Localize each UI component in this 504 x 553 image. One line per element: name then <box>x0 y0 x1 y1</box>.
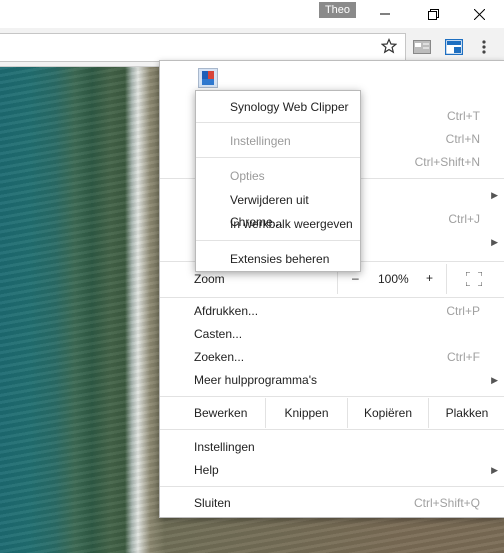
menu-item-help[interactable]: Help ▶ <box>160 459 504 482</box>
popup-item-show-in-toolbar[interactable]: In werkbalk weergeven <box>196 213 360 235</box>
zoom-out-button[interactable]: – <box>352 271 359 285</box>
menu-item-more-tools[interactable]: Meer hulpprogramma's ▶ <box>160 369 504 392</box>
close-icon <box>473 8 485 20</box>
copy-button[interactable]: Kopiëren <box>347 398 428 428</box>
chrome-menu-icon[interactable] <box>474 37 494 57</box>
submenu-arrow-icon: ▶ <box>491 237 498 247</box>
minimize-icon <box>380 13 390 15</box>
extension-card-icon[interactable] <box>412 37 432 57</box>
popup-item-manage-extensions[interactable]: Extensies beheren <box>196 248 360 270</box>
submenu-arrow-icon: ▶ <box>491 465 498 475</box>
menu-item-print[interactable]: Afdrukken... Ctrl+P <box>160 300 504 323</box>
synology-clipper-icon[interactable] <box>444 37 464 57</box>
cut-button[interactable]: Knippen <box>265 398 347 428</box>
zoom-label: Zoom <box>194 272 225 286</box>
popup-item-extension-name[interactable]: Synology Web Clipper <box>196 96 360 118</box>
zoom-value: 100% <box>378 272 409 286</box>
restore-icon <box>427 8 439 20</box>
menu-item-find[interactable]: Zoeken... Ctrl+F <box>160 346 504 369</box>
popup-item-settings: Instellingen <box>230 134 291 148</box>
paste-button[interactable]: Plakken <box>428 398 504 428</box>
popup-item-options: Opties <box>230 169 265 183</box>
popup-item-remove[interactable]: Verwijderen uit Chrome... <box>196 189 360 229</box>
bookmark-star-icon[interactable] <box>380 38 398 57</box>
extension-context-menu: Synology Web Clipper Instellingen Opties… <box>195 90 361 272</box>
fullscreen-icon[interactable] <box>465 271 483 289</box>
zoom-in-button[interactable]: + <box>426 271 433 285</box>
edit-label: Bewerken <box>194 406 248 420</box>
synology-extension-icon[interactable] <box>198 68 218 88</box>
address-bar[interactable] <box>0 33 406 62</box>
menu-item-exit[interactable]: Sluiten Ctrl+Shift+Q <box>160 492 504 515</box>
menu-extension-row <box>160 61 504 93</box>
menu-item-settings[interactable]: Instellingen <box>160 436 504 459</box>
profile-button[interactable]: Theo <box>319 2 356 18</box>
submenu-arrow-icon: ▶ <box>491 190 498 200</box>
close-button[interactable] <box>456 0 502 28</box>
menu-item-cast[interactable]: Casten... <box>160 323 504 346</box>
edit-row: Bewerken Knippen Kopiëren Plakken <box>160 398 504 428</box>
minimize-button[interactable] <box>362 0 408 28</box>
restore-button[interactable] <box>410 0 456 28</box>
submenu-arrow-icon: ▶ <box>491 375 498 385</box>
window-titlebar: Theo <box>0 0 504 28</box>
